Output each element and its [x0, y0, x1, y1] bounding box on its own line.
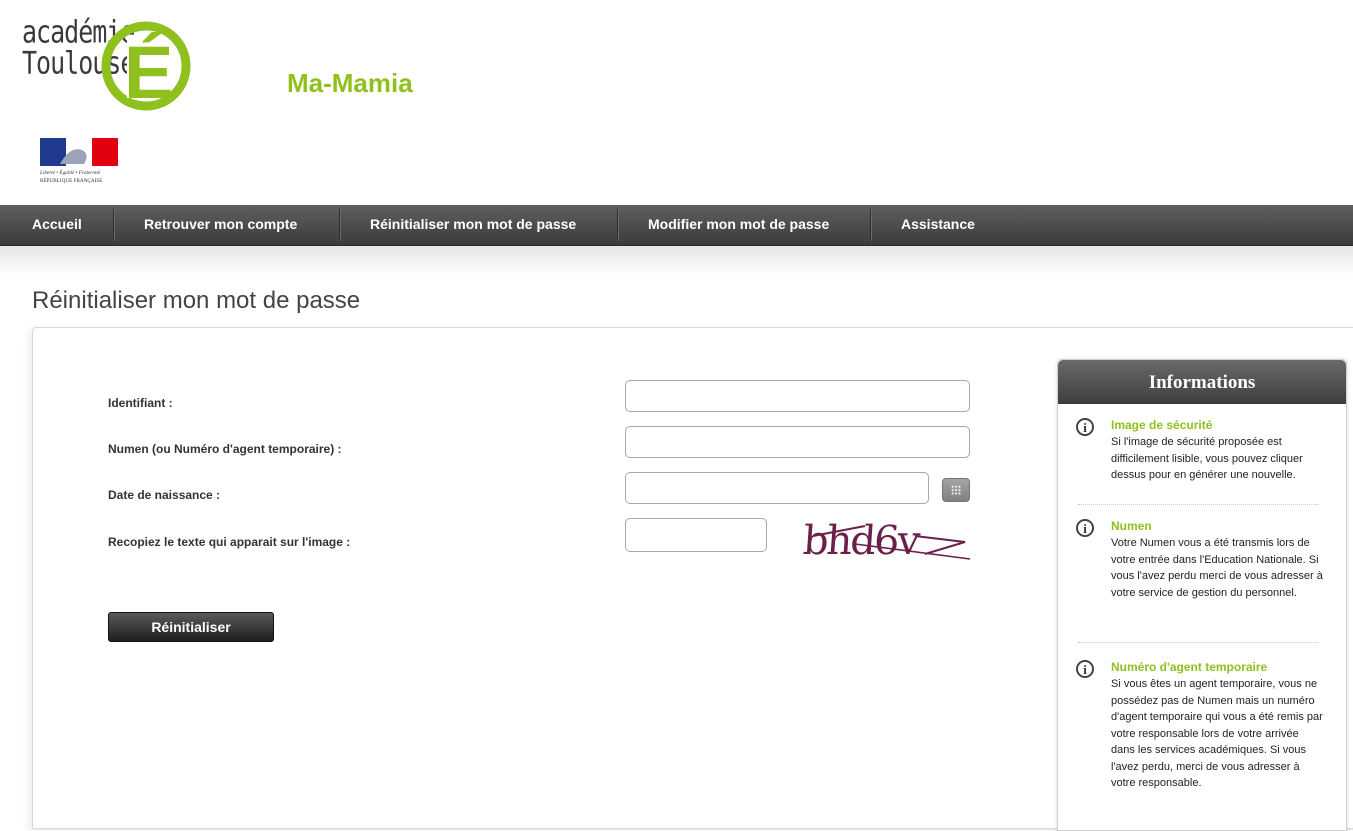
nav-divider: [617, 209, 619, 241]
informations-header: Informations: [1058, 360, 1346, 404]
captcha-text: bhd6v: [802, 518, 923, 564]
nav-item-reinitialiser-mdp[interactable]: Réinitialiser mon mot de passe: [370, 205, 576, 245]
logo-letter: É: [124, 31, 173, 114]
nav-item-assistance[interactable]: Assistance: [901, 205, 975, 245]
captcha-image[interactable]: bhd6v: [795, 514, 975, 564]
identifiant-label: Identifiant :: [108, 396, 173, 410]
info-item-text: Si vous êtes un agent temporaire, vous n…: [1111, 678, 1323, 789]
academie-toulouse-logo[interactable]: académie Toulouse É: [22, 14, 202, 124]
info-item-text: Votre Numen vous a été transmis lors de …: [1111, 537, 1323, 599]
reinitialiser-button[interactable]: Réinitialiser: [108, 612, 274, 642]
nav-item-retrouver-compte[interactable]: Retrouver mon compte: [144, 205, 297, 245]
site-title: Ma-Mamia: [287, 68, 413, 98]
svg-text:RÉPUBLIQUE FRANÇAISE: RÉPUBLIQUE FRANÇAISE: [40, 176, 102, 184]
captcha-input[interactable]: [625, 518, 767, 552]
numen-label: Numen (ou Numéro d'agent temporaire) :: [108, 442, 342, 456]
calendar-button[interactable]: [942, 478, 970, 502]
marianne-flag-icon: Liberté • Égalité • Fraternité RÉPUBLIQU…: [39, 138, 118, 184]
main-navbar: Accueil Retrouver mon compte Réinitialis…: [0, 205, 1353, 246]
svg-text:Liberté • Égalité • Fraternité: Liberté • Égalité • Fraternité: [40, 168, 101, 176]
nav-shadow: [0, 246, 1353, 276]
nav-item-modifier-mdp[interactable]: Modifier mon mot de passe: [648, 205, 829, 245]
birthdate-input[interactable]: [625, 472, 929, 504]
calendar-grid-icon: [951, 485, 961, 495]
info-circle-icon: i: [1076, 660, 1094, 678]
birthdate-label: Date de naissance :: [108, 488, 221, 502]
info-divider: [1078, 642, 1318, 643]
info-item-title: Image de sécurité: [1111, 418, 1213, 432]
republique-francaise-logo: Liberté • Égalité • Fraternité RÉPUBLIQU…: [39, 138, 120, 186]
page-title: Réinitialiser mon mot de passe: [32, 287, 361, 314]
captcha-label: Recopiez le texte qui apparait sur l'ima…: [108, 535, 351, 549]
informations-panel: Informations i Image de sécurité Si l'im…: [1057, 359, 1347, 831]
logo-e-circle-icon: É: [101, 21, 191, 114]
info-item-title: Numéro d'agent temporaire: [1111, 660, 1268, 674]
info-circle-icon: i: [1076, 519, 1094, 537]
numen-input[interactable]: [625, 426, 970, 458]
nav-divider: [339, 209, 341, 241]
info-item-title: Numen: [1111, 519, 1152, 533]
identifiant-input[interactable]: [625, 380, 970, 412]
info-item-text: Si l'image de sécurité proposée est diff…: [1111, 436, 1303, 481]
nav-divider: [870, 209, 872, 241]
info-circle-icon: i: [1076, 418, 1094, 436]
captcha-graphic: bhd6v: [802, 518, 971, 564]
info-divider: [1078, 504, 1318, 505]
nav-item-accueil[interactable]: Accueil: [32, 205, 82, 245]
nav-divider: [113, 209, 115, 241]
